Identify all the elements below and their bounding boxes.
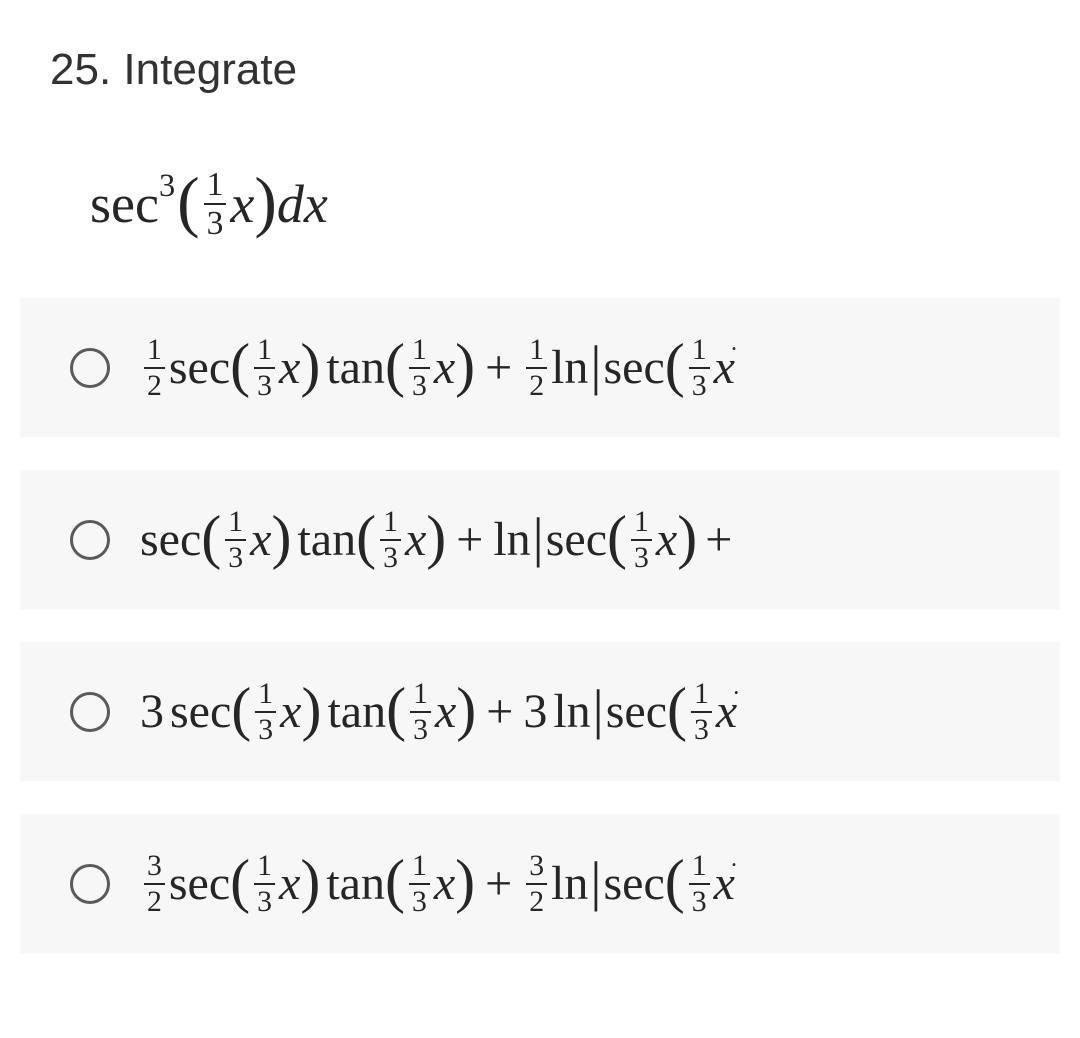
integral-expression: sec3 ( 13 x ) dx [90, 165, 1060, 243]
option-1[interactable]: 12 sec ( 13 x ) tan ( 13 x ) + 12 ln | s… [20, 298, 1060, 437]
question-number: 25. [50, 45, 111, 94]
option-1-math: 12 sec ( 13 x ) tan ( 13 x ) + 12 ln | s… [140, 333, 737, 402]
question-title: 25. Integrate [50, 45, 1060, 95]
radio-icon[interactable] [70, 864, 110, 904]
option-4[interactable]: 32 sec ( 13 x ) tan ( 13 x ) + 32 ln | s… [20, 814, 1060, 953]
option-2[interactable]: sec ( 13 x ) tan ( 13 x ) + ln | sec ( 1… [20, 470, 1060, 609]
radio-icon[interactable] [70, 520, 110, 560]
option-3-math: 3 sec ( 13 x ) tan ( 13 x ) + 3 ln | sec… [140, 677, 739, 746]
question-text: Integrate [123, 45, 297, 94]
option-4-math: 32 sec ( 13 x ) tan ( 13 x ) + 32 ln | s… [140, 849, 737, 918]
option-3[interactable]: 3 sec ( 13 x ) tan ( 13 x ) + 3 ln | sec… [20, 642, 1060, 781]
radio-icon[interactable] [70, 348, 110, 388]
option-2-math: sec ( 13 x ) tan ( 13 x ) + ln | sec ( 1… [140, 505, 740, 574]
radio-icon[interactable] [70, 692, 110, 732]
